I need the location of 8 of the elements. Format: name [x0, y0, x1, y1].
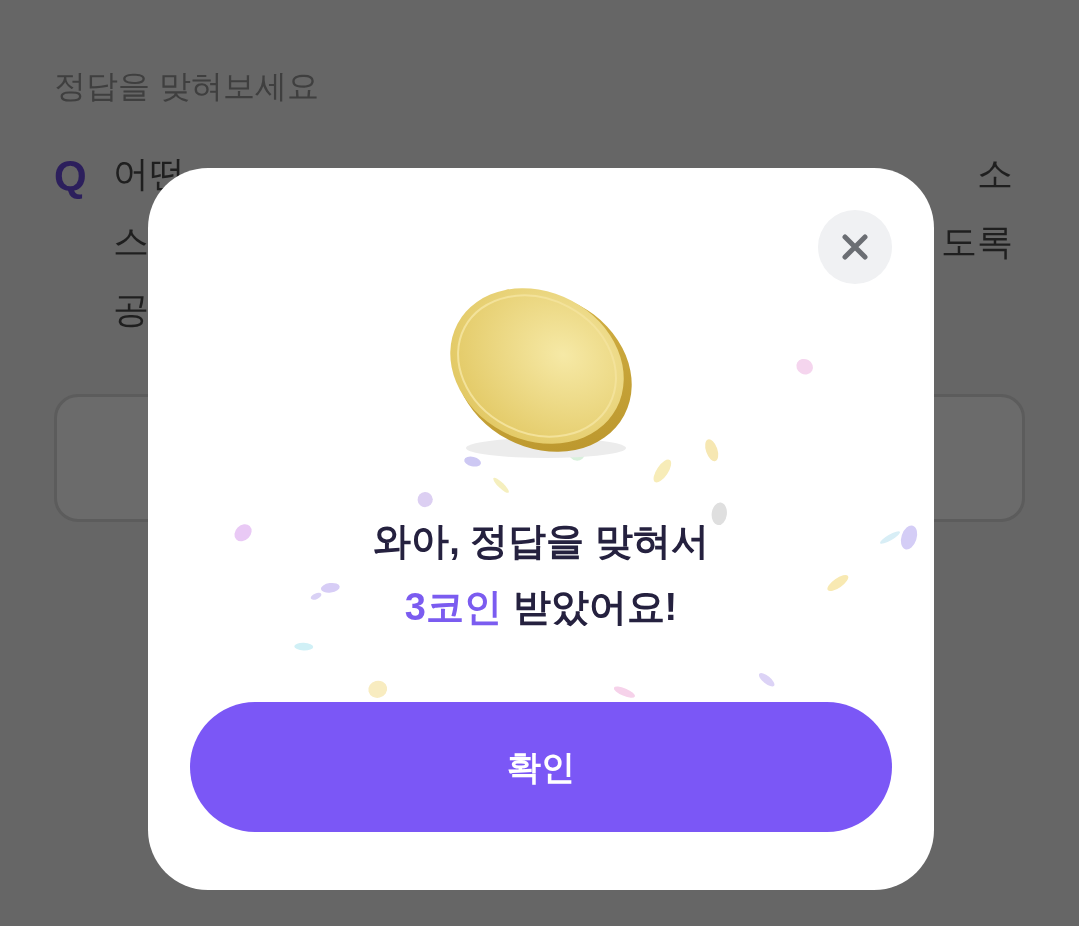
reward-message: 와아, 정답을 맞혀서	[373, 519, 709, 564]
reward-message: 3코인 받았어요!	[404, 585, 678, 630]
confirm-button[interactable]: 확인	[190, 702, 892, 832]
question-mark: Q	[54, 151, 87, 201]
question-text: 소	[977, 152, 1013, 196]
question-text: 도록	[941, 220, 1013, 264]
question-text: 스	[112, 220, 149, 264]
question-text: 공	[112, 288, 149, 332]
